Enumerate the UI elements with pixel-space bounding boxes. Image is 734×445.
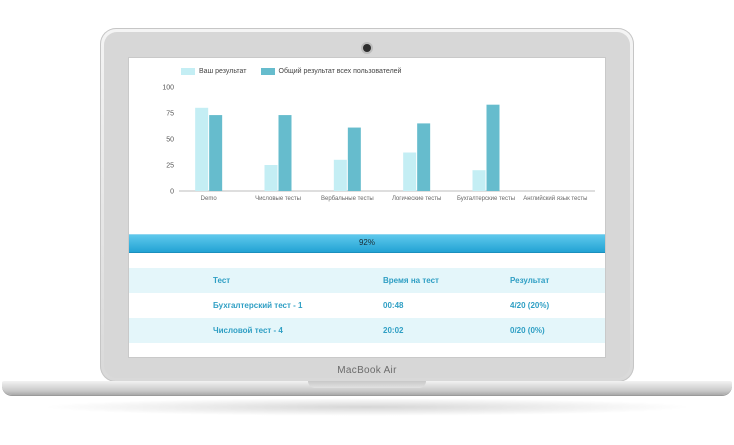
x-tick-label: Бухгалтерские тесты xyxy=(457,196,515,202)
camera-icon xyxy=(363,44,371,52)
bar-all xyxy=(417,123,431,191)
y-tick-label: 50 xyxy=(166,137,174,144)
bar-yours xyxy=(472,170,486,191)
y-tick-label: 75 xyxy=(166,111,174,118)
x-tick-label: Английский язык тесты xyxy=(523,195,587,202)
bar-all xyxy=(347,127,361,191)
header-result: Результат xyxy=(510,276,550,285)
row-result: 0/20 (0%) xyxy=(510,326,545,335)
bar-all xyxy=(278,115,292,191)
bar-yours xyxy=(264,165,278,191)
y-tick-label: 25 xyxy=(166,163,174,170)
progress-label: 92% xyxy=(358,238,375,247)
header-time: Время на тест xyxy=(383,276,439,285)
y-tick-label: 100 xyxy=(162,85,174,92)
x-tick-label: Логические тесты xyxy=(392,196,441,202)
device-brand-label: MacBook Air xyxy=(337,365,397,376)
x-tick-label: Числовые тесты xyxy=(255,196,301,202)
row-test-name: Числовой тест - 4 xyxy=(213,326,283,335)
results-table: Тест Время на тест Результат Бухгалтерск… xyxy=(129,268,605,343)
row-result: 4/20 (20%) xyxy=(510,301,550,310)
table-header-row: Тест Время на тест Результат xyxy=(129,268,605,293)
laptop-notch xyxy=(308,381,426,388)
bar-all xyxy=(209,115,223,191)
header-test: Тест xyxy=(213,276,231,285)
bar-yours xyxy=(195,107,209,191)
bar-chart: 0 25 50 75 100 Demo Числовые тесты Вербальные т… xyxy=(162,85,595,202)
table-row[interactable]: Бухгалтерский тест - 1 00:48 4/20 (20%) xyxy=(129,293,605,318)
table-row[interactable]: Числовой тест - 4 20:02 0/20 (0%) xyxy=(129,318,605,343)
bar-all xyxy=(486,104,500,191)
x-tick-label: Вербальные тесты xyxy=(321,196,374,202)
bar-yours xyxy=(403,152,417,191)
screen: Ваш результат Общий результат всех польз… xyxy=(129,58,605,357)
progress-bar: 92% xyxy=(129,234,605,253)
y-tick-label: 0 xyxy=(170,189,174,196)
x-tick-label: Demo xyxy=(201,196,218,202)
row-time: 00:48 xyxy=(383,301,404,310)
row-time: 20:02 xyxy=(383,326,404,335)
bar-yours xyxy=(333,159,347,191)
laptop-shadow xyxy=(40,398,694,416)
row-test-name: Бухгалтерский тест - 1 xyxy=(213,301,303,310)
